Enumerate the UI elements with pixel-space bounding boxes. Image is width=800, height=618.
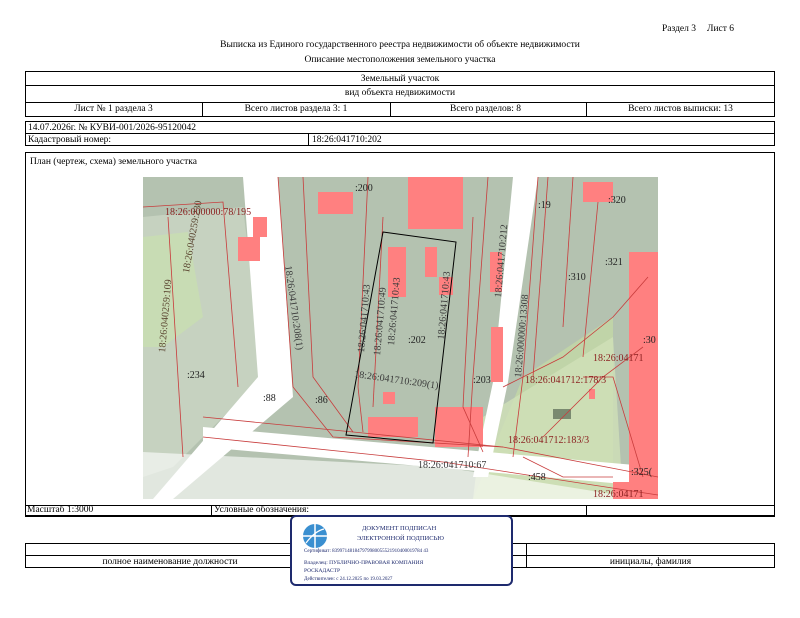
map-label: :458 bbox=[528, 472, 546, 483]
document-subtitle: Описание местоположения земельного участ… bbox=[304, 55, 496, 65]
scale-label: Масштаб 1:3000 bbox=[27, 505, 94, 515]
map-label: :19 bbox=[538, 200, 551, 211]
electronic-signature-stamp: ДОКУМЕНТ ПОДПИСАН ЭЛЕКТРОННОЙ ПОДПИСЬЮ С… bbox=[290, 515, 513, 586]
record-date-number: 14.07.2026г. № КУВИ-001/2026-95120042 bbox=[28, 123, 197, 133]
sheet-number: Лист № 1 раздела 3 bbox=[74, 104, 153, 114]
map-label: :234 bbox=[187, 370, 205, 381]
cadastral-value: 18:26:041710:202 bbox=[312, 135, 382, 145]
sheet-label: Лист 6 bbox=[707, 24, 735, 34]
map-canvas bbox=[143, 177, 658, 499]
stamp-owner: Владелец: ПУБЛИЧНО-ПРАВОВАЯ КОМПАНИЯ bbox=[304, 560, 424, 566]
stamp-valid: Действителен: с 24.12.2025 по 19.03.2027 bbox=[304, 577, 393, 582]
map-label: :30 bbox=[643, 335, 656, 346]
map-label: 18:26:041712:178/3 bbox=[525, 375, 607, 386]
position-caption: полное наименование должности bbox=[102, 557, 238, 567]
map-label: 18:26:041710:67 bbox=[418, 460, 487, 471]
total-sheets: Всего листов выписки: 13 bbox=[628, 104, 733, 114]
total-sheets-section: Всего листов раздела 3: 1 bbox=[244, 104, 348, 114]
cadastral-map: :200 :19 :320 18:26:000000:78/195 18:26:… bbox=[143, 177, 658, 499]
building bbox=[408, 177, 463, 229]
initials-caption: инициалы, фамилия bbox=[609, 557, 692, 567]
plan-title: План (чертеж, схема) земельного участка bbox=[30, 157, 197, 167]
map-label: :203 bbox=[473, 375, 491, 386]
map-label: :202 bbox=[408, 335, 426, 346]
map-label: :88 bbox=[263, 393, 276, 404]
map-label: :320 bbox=[608, 195, 626, 206]
map-label: :200 bbox=[355, 183, 373, 194]
map-label: 18:26:04171 bbox=[593, 489, 644, 499]
section-label: Раздел 3 bbox=[662, 24, 696, 34]
map-label: 18:26:000000:78/195 bbox=[165, 207, 252, 218]
emblem-icon bbox=[303, 524, 327, 548]
stamp-line1: ДОКУМЕНТ ПОДПИСАН bbox=[362, 525, 437, 532]
stamp-line2: ЭЛЕКТРОННОЙ ПОДПИСЬЮ bbox=[357, 535, 444, 542]
map-label: 18:26:041712:183/3 bbox=[508, 435, 590, 446]
map-label: :325( bbox=[631, 467, 653, 478]
document-title: Выписка из Единого государственного реес… bbox=[220, 40, 580, 50]
cadastral-label: Кадастровый номер: bbox=[28, 135, 112, 145]
object-type: Земельный участок bbox=[360, 74, 440, 84]
stamp-certificate: Сертификат: 8399714818479799800555219104… bbox=[304, 549, 429, 554]
map-label: :310 bbox=[568, 272, 586, 283]
stamp-owner2: РОСКАДАСТР bbox=[304, 568, 341, 574]
map-label: 18:26:04171 bbox=[593, 353, 644, 364]
object-type-caption: вид объекта недвижимости bbox=[344, 88, 456, 98]
map-label: :321 bbox=[605, 257, 623, 268]
map-label: :86 bbox=[315, 395, 328, 406]
total-sections: Всего разделов: 8 bbox=[450, 104, 522, 114]
